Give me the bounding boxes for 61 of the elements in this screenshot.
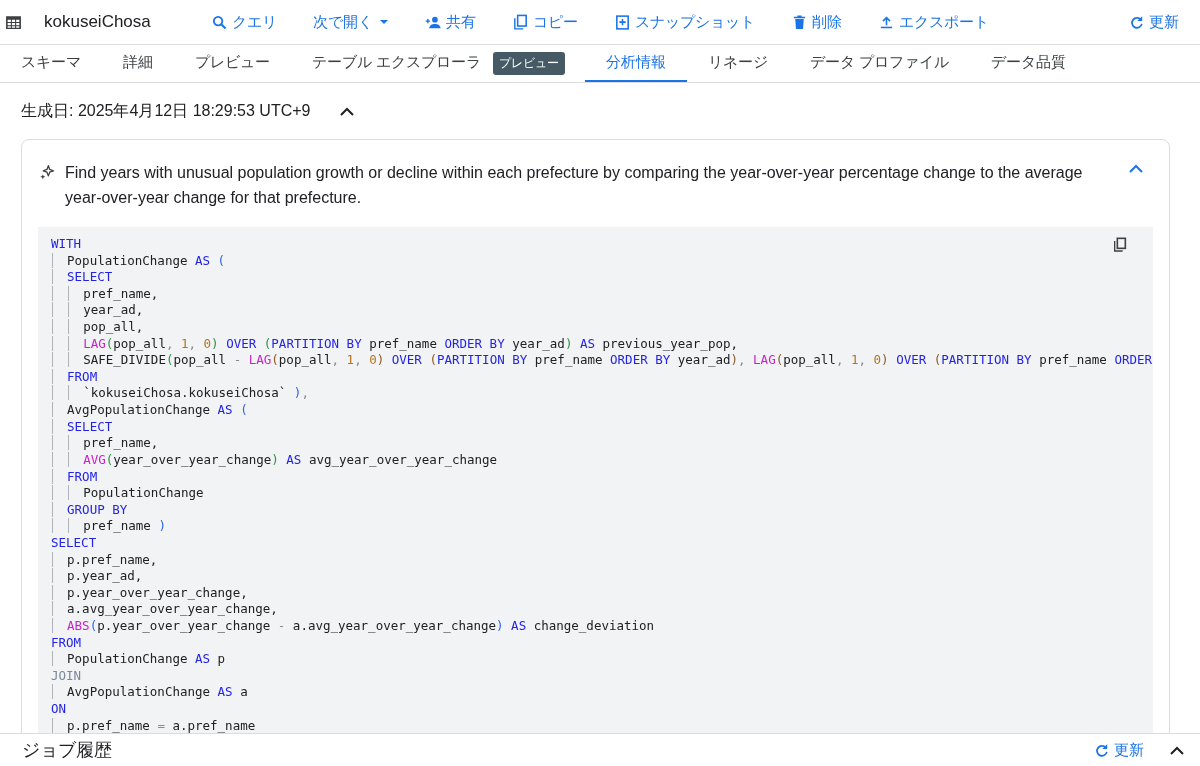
toolbar-button[interactable]: 削除 [775,8,857,36]
code-line: PopulationChange AS p [51,651,226,667]
code-line: WITH [51,236,82,251]
chevron-up-icon[interactable] [1170,745,1184,755]
refresh-button[interactable]: 更新 [1081,736,1156,764]
code-line: PopulationChange AS ( [51,252,226,268]
code-line: SELECT [51,418,113,434]
tab[interactable]: プレビュー [174,45,291,82]
table-icon [5,13,22,31]
code-line: SAFE_DIVIDE(pop_all - LAG(pop_all, 1, 0) OVER (PARTITION BY pref_name ORDER BY year_ad), LAG(pop_all, 1, 0) OVER (PARTITION BY pref_name ORDER [51,352,1153,368]
copy-icon [511,13,529,31]
toolbar-button[interactable]: クエリ [195,8,292,36]
insight-description: Find years with unusual population growth or decline within each prefecture by comparing the year-over-year percentage change to the average year-over-year change for that prefecture. [65,163,1084,208]
table-title: kokuseiChosa [44,12,151,32]
code-line: SELECT [51,269,113,285]
code-line: year_ad, [51,302,144,318]
code-line: FROM [51,368,98,384]
caret-icon [378,17,389,27]
generated-date: 生成日: 2025年4月12日 18:29:53 UTC+9 [21,100,311,121]
code-line: p.year_ad, [51,568,143,584]
code-line: SELECT [51,534,97,550]
sparkle-icon [39,164,56,181]
code-line: PopulationChange [51,485,204,501]
code-line: pref_name ) [51,518,166,534]
code-line: ABS(p.year_over_year_change - a.avg_year_over_year_change) AS change_deviation [51,618,655,633]
code-line: FROM [51,468,98,484]
toolbar-button[interactable]: エクスポート [862,8,1004,36]
code-line: ON [51,701,67,717]
toolbar-button[interactable]: 共有 [409,8,491,36]
preview-badge: プレビュー [493,52,566,75]
tab[interactable]: データ品質 [970,45,1088,82]
tab[interactable]: テーブル エクスプローラ [291,45,494,82]
code-line: a.avg_year_over_year_change, [51,601,278,617]
code-line: JOIN [51,667,82,683]
code-line: LAG(pop_all, 1, 0) OVER (PARTITION BY pref_name ORDER BY year_ad) AS previous_year_pop, [51,335,738,351]
code-line: FROM [51,634,82,650]
code-line: p.year_over_year_change, [51,584,248,600]
code-line: `kokuseiChosa.kokuseiChosa` ), [51,385,309,401]
code-line: p.pref_name = a.pref_name [51,717,256,733]
tab[interactable]: 分析情報 [585,45,688,82]
refresh-button[interactable]: 更新 [1113,8,1194,36]
code-line: pref_name, [51,435,159,451]
code-line: p.pref_name, [51,551,158,567]
add-box-icon [613,13,631,31]
search-icon [210,13,228,31]
code-line: AvgPopulationChange AS a [51,684,248,700]
tab[interactable]: データ プロファイル [789,45,971,82]
tab[interactable]: リネージ [687,45,790,82]
code-line: AVG(year_over_year_change) AS avg_year_over_year_change [51,451,498,467]
code-line: pref_name, [51,285,159,301]
tab[interactable]: スキーマ [0,45,102,82]
toolbar-button[interactable]: 次で開く [297,8,404,36]
toolbar-button[interactable]: スナップショット [598,8,770,36]
job-history-title: ジョブ履歴 [22,739,113,762]
code-line: GROUP BY [51,501,128,517]
code-line: AvgPopulationChange AS ( [51,402,248,418]
toolbar-button[interactable]: コピー [496,8,593,36]
tab[interactable]: 詳細 [102,45,174,82]
copy-icon[interactable] [1112,237,1128,253]
collapse-icon[interactable] [340,106,355,116]
code-line: pop_all, [51,319,144,335]
